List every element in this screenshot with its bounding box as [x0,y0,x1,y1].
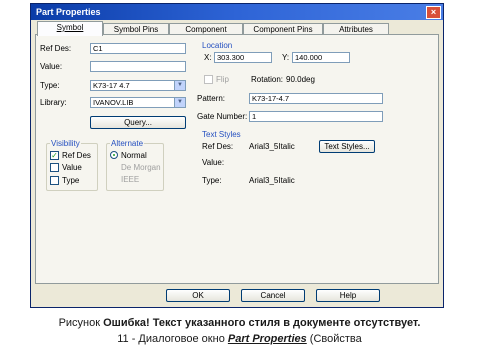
location-heading: Location [202,41,233,50]
caption-prefix: Рисунок [58,317,104,329]
gate-number-field[interactable]: 1 [249,111,383,122]
close-button[interactable]: × [426,6,441,19]
type-visible-checkbox[interactable] [50,176,59,185]
rotation-value: 90.0deg [286,75,315,84]
figure-caption-line2: 11 - Диалоговое окно Part Properties (Св… [0,333,479,345]
text-styles-button[interactable]: Text Styles... [319,140,375,153]
value-field[interactable] [90,61,186,72]
library-label: Library: [40,98,67,107]
refdes-label: Ref Des: [40,44,72,53]
type-visible-label: Type [62,176,80,185]
caption-error-text: Ошибка! Текст указанного стиля в докумен… [103,317,421,329]
ts-type-value: Arial3_5Italic [249,176,295,185]
type-select[interactable]: K73-17 4.7 ▼ [90,80,186,91]
y-field[interactable]: 140.000 [292,52,350,63]
ieee-label: IEEE [121,175,140,184]
flip-checkbox[interactable] [204,75,213,84]
refdes-visible-label: Ref Des [62,151,91,160]
cancel-button[interactable]: Cancel [241,289,305,302]
refdes-field[interactable]: C1 [90,43,186,54]
type-value: K73-17 4.7 [93,81,130,90]
value-label: Value: [40,62,63,71]
title-bar: Part Properties × [31,4,443,20]
ts-type-label: Type: [202,176,222,185]
ts-refdes-value: Arial3_5Italic [249,142,295,151]
x-label: X: [204,53,212,62]
visibility-heading: Visibility [50,139,81,148]
query-button[interactable]: Query... [90,116,186,129]
x-field[interactable]: 303.300 [214,52,272,63]
gate-number-label: Gate Number: [197,112,248,121]
normal-radio[interactable] [110,151,118,159]
library-select[interactable]: IVANOV.LIB ▼ [90,97,186,108]
normal-label: Normal [121,151,147,160]
rotation-label: Rotation: [251,75,284,84]
type-label: Type: [40,81,60,90]
pattern-field[interactable]: K73-17-4.7 [249,93,383,104]
ts-refdes-label: Ref Des: [202,142,234,151]
alternate-heading: Alternate [110,139,145,148]
value-visible-label: Value [62,163,82,172]
help-button[interactable]: Help [316,289,380,302]
chevron-down-icon[interactable]: ▼ [174,98,185,107]
part-properties-dialog: Part Properties × Symbol Symbol Pins Com… [30,3,444,308]
close-icon: × [430,7,437,17]
caption-italic: Part Properties [227,333,307,345]
chevron-down-icon[interactable]: ▼ [174,81,185,90]
window-title: Part Properties [36,7,101,17]
figure-caption-line1: Рисунок Ошибка! Текст указанного стиля в… [0,317,479,329]
caption-middle: 11 - Диалоговое окно [117,333,228,345]
pattern-label: Pattern: [197,94,226,103]
y-label: Y: [282,53,290,62]
value-visible-checkbox[interactable] [50,163,59,172]
ts-value-label: Value: [202,158,225,167]
caption-suffix: (Свойства [306,333,362,345]
symbol-tab-panel: Ref Des: C1 Value: Type: K73-17 4.7 ▼ Li… [35,34,439,284]
tab-symbol[interactable]: Symbol [37,21,103,36]
library-value: IVANOV.LIB [93,98,134,107]
ok-button[interactable]: OK [166,289,230,302]
demorgan-label: De Morgan [121,163,161,172]
flip-label: Flip [216,75,229,84]
text-styles-heading: Text Styles [202,130,241,139]
refdes-visible-checkbox[interactable]: ✓ [50,151,59,160]
tab-strip: Symbol Symbol Pins Component Component P… [35,21,439,36]
